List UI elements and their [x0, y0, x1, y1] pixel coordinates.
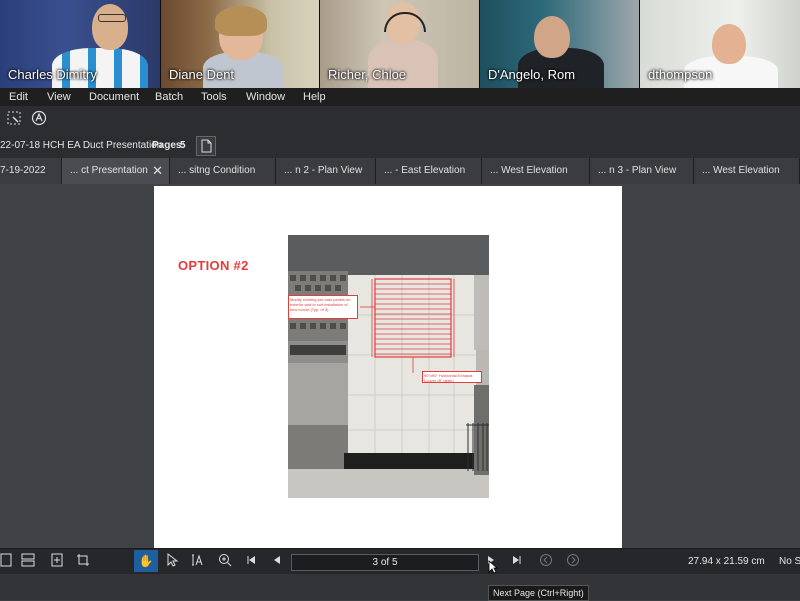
tab-label: ... - East Elevation	[384, 165, 466, 176]
page-dimensions: 27.94 x 21.59 cm	[688, 556, 765, 567]
pages-count: 5	[180, 140, 186, 151]
forward-view-icon[interactable]	[563, 553, 583, 571]
participant-tile[interactable]: Richer, Chloe	[320, 0, 479, 88]
close-icon[interactable]: ✕	[152, 158, 163, 184]
last-page-icon[interactable]	[507, 553, 527, 571]
menu-window[interactable]: Window	[246, 91, 285, 103]
previous-page-icon[interactable]	[267, 553, 287, 571]
bottom-toolbar: ✋ 3 of 5 27.94 x 21.59 cm No S	[0, 548, 800, 575]
status-area	[0, 574, 800, 600]
participant-tile[interactable]: D'Angelo, Rom	[480, 0, 639, 88]
option-title: OPTION #2	[178, 258, 249, 273]
menu-document[interactable]: Document	[89, 91, 139, 103]
tab-label: ... sitng Condition	[178, 165, 256, 176]
continuous-page-icon[interactable]	[18, 553, 38, 571]
participant-name: dthompson	[648, 67, 713, 82]
document-icon	[201, 139, 212, 153]
page-indicator[interactable]: 3 of 5	[291, 554, 479, 571]
participant-name: Richer, Chloe	[328, 67, 407, 82]
mouse-cursor-icon	[488, 560, 499, 574]
participant-name: Diane Dent	[169, 67, 235, 82]
menu-tools[interactable]: Tools	[201, 91, 227, 103]
text-markup-icon[interactable]	[30, 110, 48, 128]
select-area-icon[interactable]	[5, 110, 23, 128]
zoom-icon[interactable]	[215, 553, 235, 571]
menu-view[interactable]: View	[47, 91, 71, 103]
tab-presentation[interactable]: ... ct Presentation ✕	[62, 158, 170, 184]
menu-bar: Edit View Document Batch Tools Window He…	[0, 88, 800, 106]
page-thumbnail-button[interactable]	[196, 136, 216, 156]
participant-name: Charles Dimitry	[8, 67, 97, 82]
text-select-icon[interactable]	[188, 553, 208, 571]
menu-edit[interactable]: Edit	[9, 91, 28, 103]
single-page-icon[interactable]	[0, 553, 16, 571]
participant-tile[interactable]: dthompson	[640, 0, 800, 88]
participant-tile[interactable]: Charles Dimitry	[0, 0, 160, 88]
tab-label: ... ct Presentation	[70, 165, 148, 176]
insert-page-icon[interactable]	[47, 553, 67, 571]
document-bar: 22-07-18 HCH EA Duct Presentation Pages:…	[0, 132, 800, 158]
menu-help[interactable]: Help	[303, 91, 326, 103]
main-toolbar	[0, 106, 800, 133]
tab-existing-condition[interactable]: ... sitng Condition	[170, 158, 276, 184]
tab-label: ... n 3 - Plan View	[598, 165, 677, 176]
callout-panels: Modify existing pre-cast panels on exter…	[288, 295, 358, 319]
document-title: 22-07-18 HCH EA Duct Presentation	[0, 140, 163, 151]
crop-page-icon[interactable]	[73, 553, 93, 571]
building-photo: Modify existing pre-cast panels on exter…	[288, 235, 489, 498]
hand-icon: ✋	[138, 554, 154, 568]
tab-plan-view-2[interactable]: ... n 2 - Plan View	[276, 158, 376, 184]
next-page-tooltip: Next Page (Ctrl+Right)	[488, 585, 589, 601]
back-view-icon[interactable]	[536, 553, 556, 571]
tab-label: ... West Elevation	[490, 165, 568, 176]
tab-west-elevation[interactable]: ... West Elevation	[482, 158, 590, 184]
first-page-icon[interactable]	[241, 553, 261, 571]
tab-bar: 7-19-2022 ... ct Presentation ✕ ... sitn…	[0, 158, 800, 185]
snap-status[interactable]: No S	[779, 556, 800, 567]
tab-label: ... n 2 - Plan View	[284, 165, 363, 176]
tab-east-elevation[interactable]: ... - East Elevation	[376, 158, 482, 184]
tab-label: ... West Elevation	[702, 165, 780, 176]
select-tool-icon[interactable]	[162, 552, 182, 571]
video-strip: Charles Dimitry Diane Dent Richer, Chloe…	[0, 0, 800, 88]
participant-tile[interactable]: Diane Dent	[161, 0, 319, 88]
pan-tool-button[interactable]: ✋	[134, 550, 158, 572]
callout-louver: 90"x90" Horizontal Exhaust Louver (8" de…	[422, 371, 482, 383]
tab-west-elevation-2[interactable]: ... West Elevation	[694, 158, 800, 184]
tab-plan-view-3[interactable]: ... n 3 - Plan View	[590, 158, 694, 184]
tab-label: 7-19-2022	[0, 165, 46, 176]
menu-batch[interactable]: Batch	[155, 91, 183, 103]
participant-name: D'Angelo, Rom	[488, 67, 576, 82]
tab-date[interactable]: 7-19-2022	[0, 158, 62, 184]
